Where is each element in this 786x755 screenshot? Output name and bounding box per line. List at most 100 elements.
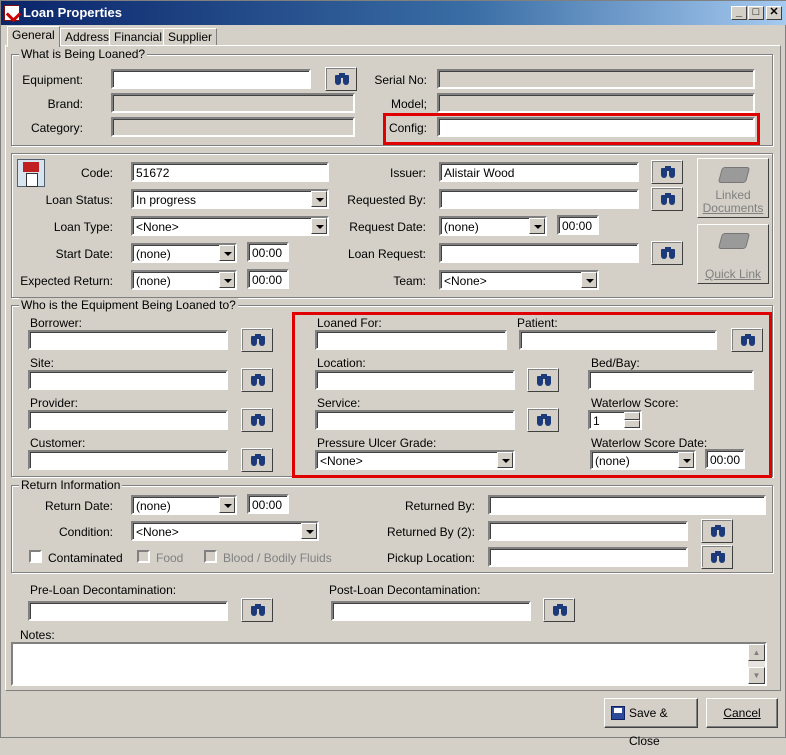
loan-type-label: Loan Type: — [53, 220, 113, 234]
category-label: Category: — [30, 121, 83, 135]
customer-search-button[interactable] — [241, 448, 273, 472]
request-time-input[interactable]: 00:00 — [557, 215, 599, 235]
linked-documents-button[interactable]: Linked Documents — [697, 158, 769, 218]
binoculars-icon — [251, 604, 265, 616]
pickup-location-search-button[interactable] — [701, 545, 733, 569]
chevron-down-icon[interactable] — [301, 523, 317, 539]
code-input[interactable]: 51672 — [131, 162, 329, 182]
contaminated-checkbox[interactable] — [29, 550, 42, 563]
blood-fluids-label: Blood / Bodily Fluids — [223, 551, 332, 565]
provider-search-button[interactable] — [241, 408, 273, 432]
start-date-select[interactable]: (none) — [131, 243, 237, 263]
save-close-button[interactable]: Save & Close — [604, 698, 698, 748]
scroll-down-icon[interactable]: ▼ — [748, 667, 765, 684]
equipment-label: Equipment: — [22, 73, 83, 87]
pre-loan-decon-input[interactable] — [28, 601, 228, 621]
equipment-search-button[interactable] — [325, 67, 357, 91]
loan-type-select[interactable]: <None> — [131, 216, 329, 236]
return-date-value: (none) — [136, 499, 171, 513]
issuer-input[interactable]: Alistair Wood — [439, 162, 639, 182]
title-bar[interactable]: Loan Properties _ □ ✕ — [1, 1, 786, 25]
binoculars-icon — [711, 525, 725, 537]
returned-by-input[interactable] — [488, 495, 766, 515]
return-info-legend: Return Information — [19, 478, 123, 492]
save-close-label: Save & Close — [629, 706, 668, 748]
condition-select[interactable]: <None> — [131, 521, 319, 541]
quick-link-label: Quick Link — [704, 267, 762, 281]
maximize-button[interactable]: □ — [748, 6, 764, 20]
expected-time-input[interactable]: 00:00 — [247, 269, 289, 289]
minimize-button[interactable]: _ — [731, 6, 747, 20]
chevron-down-icon[interactable] — [219, 272, 235, 288]
customer-label: Customer: — [30, 436, 86, 450]
binoculars-icon — [553, 604, 567, 616]
contaminated-label: Contaminated — [48, 551, 123, 565]
requested-by-input[interactable] — [439, 189, 639, 209]
return-time-input[interactable]: 00:00 — [247, 494, 289, 514]
request-date-select[interactable]: (none) — [439, 216, 547, 236]
brand-label: Brand: — [47, 97, 83, 111]
loan-status-label: Loan Status: — [45, 193, 113, 207]
loan-status-value: In progress — [136, 193, 197, 207]
loan-request-label: Loan Request: — [347, 247, 426, 261]
tab-financial[interactable]: Financial — [109, 28, 168, 46]
requested-by-label: Requested By: — [347, 193, 426, 207]
tab-general[interactable]: General — [7, 26, 60, 47]
chevron-down-icon[interactable] — [529, 218, 545, 234]
post-loan-decon-search-button[interactable] — [543, 598, 575, 622]
equipment-input[interactable] — [111, 69, 311, 89]
binoculars-icon — [251, 454, 265, 466]
issuer-search-button[interactable] — [651, 160, 683, 184]
provider-label: Provider: — [30, 396, 79, 410]
pickup-location-input[interactable] — [488, 547, 688, 567]
provider-input[interactable] — [28, 410, 228, 430]
model-label: Model; — [390, 97, 427, 111]
loan-request-input[interactable] — [439, 243, 639, 263]
requested-by-search-button[interactable] — [651, 187, 683, 211]
book-icon — [717, 167, 751, 183]
notes-label: Notes: — [20, 628, 55, 642]
loan-request-search-button[interactable] — [651, 241, 683, 265]
site-label: Site: — [30, 356, 55, 370]
team-select[interactable]: <None> — [439, 270, 599, 290]
returned-by-2-input[interactable] — [488, 521, 688, 541]
serial-label: Serial No: — [374, 73, 427, 87]
chevron-down-icon[interactable] — [219, 497, 235, 513]
notes-textarea[interactable]: ▲ ▼ — [11, 642, 767, 686]
post-loan-decon-input[interactable] — [331, 601, 531, 621]
borrower-search-button[interactable] — [241, 328, 273, 352]
brand-field — [111, 93, 355, 113]
start-time-input[interactable]: 00:00 — [247, 242, 289, 262]
book-icon — [717, 233, 751, 249]
floppy-disk-icon — [611, 706, 625, 720]
chevron-down-icon[interactable] — [219, 245, 235, 261]
chevron-down-icon[interactable] — [311, 191, 327, 207]
pre-loan-decon-label: Pre-Loan Decontamination: — [30, 583, 177, 597]
quick-link-button[interactable]: Quick Link — [697, 224, 769, 284]
notes-scrollbar[interactable]: ▲ ▼ — [748, 644, 765, 684]
binoculars-icon — [251, 334, 265, 346]
return-date-select[interactable]: (none) — [131, 495, 237, 515]
issuer-label: Issuer: — [389, 166, 426, 180]
binoculars-icon — [251, 374, 265, 386]
expected-return-select[interactable]: (none) — [131, 270, 237, 290]
binoculars-icon — [251, 414, 265, 426]
chevron-down-icon[interactable] — [581, 272, 597, 288]
window-title: Loan Properties — [23, 5, 122, 20]
pre-loan-decon-search-button[interactable] — [241, 598, 273, 622]
scroll-up-icon[interactable]: ▲ — [748, 644, 765, 661]
cancel-button[interactable]: Cancel — [706, 698, 778, 728]
site-input[interactable] — [28, 370, 228, 390]
tab-supplier[interactable]: Supplier — [163, 28, 218, 46]
site-search-button[interactable] — [241, 368, 273, 392]
customer-input[interactable] — [28, 450, 228, 470]
tab-address[interactable]: Address — [60, 28, 115, 46]
who-loaned-legend: Who is the Equipment Being Loaned to? — [19, 298, 238, 312]
returned-by-2-search-button[interactable] — [701, 519, 733, 543]
food-checkbox — [137, 550, 150, 563]
close-button[interactable]: ✕ — [766, 6, 782, 20]
chevron-down-icon[interactable] — [311, 218, 327, 234]
borrower-input[interactable] — [28, 330, 228, 350]
pickup-location-label: Pickup Location: — [386, 551, 475, 565]
loan-status-select[interactable]: In progress — [131, 189, 329, 209]
